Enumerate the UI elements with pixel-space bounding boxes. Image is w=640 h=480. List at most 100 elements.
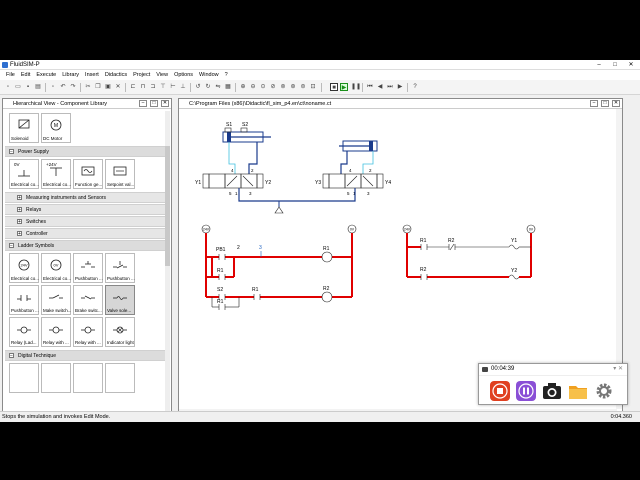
close-button[interactable]: ✕ — [624, 61, 638, 69]
undo-icon[interactable]: ↶ — [59, 83, 67, 91]
valve-solenoid-y2[interactable] — [508, 274, 520, 280]
rewind-icon[interactable]: ⏮ — [366, 83, 374, 91]
library-item-relay-with-2[interactable]: Relay with ... — [73, 317, 103, 347]
step-back-icon[interactable]: ◀ — [376, 83, 384, 91]
library-item-indicator-light[interactable]: Indicator light — [105, 317, 135, 347]
category-relays[interactable]: + Relays — [5, 204, 165, 215]
zoom-previous-icon[interactable]: ⊘ — [269, 83, 277, 91]
new-file-icon[interactable]: ▫ — [4, 83, 12, 91]
library-item-ladder-0v[interactable]: 0V Electrical co... — [41, 253, 71, 283]
category-switches[interactable]: + Switches — [5, 216, 165, 227]
open-folder-icon[interactable]: ▭ — [14, 83, 22, 91]
align-center-icon[interactable]: ⊓ — [139, 83, 147, 91]
step-next-icon[interactable]: ▶ — [396, 83, 404, 91]
library-item-dc-motor[interactable]: M DC Motor — [41, 113, 71, 143]
grid-icon[interactable]: ▦ — [224, 83, 232, 91]
redo-icon[interactable]: ↷ — [69, 83, 77, 91]
valve-solenoid-y1[interactable] — [508, 244, 520, 250]
paste-icon[interactable]: ▣ — [104, 83, 112, 91]
zoom-fit-icon[interactable]: ⊙ — [259, 83, 267, 91]
panel-close-button[interactable]: ✕ — [161, 100, 169, 107]
library-item-setpoint-value[interactable]: Setpoint val... — [105, 159, 135, 189]
library-item-function-generator[interactable]: Function ge... — [73, 159, 103, 189]
menu-library[interactable]: Library — [59, 70, 82, 80]
category-controller[interactable]: + Controller — [5, 228, 165, 239]
start-simulation-icon[interactable]: ▶ — [340, 83, 348, 91]
zoom-100-icon[interactable]: ⊜ — [299, 83, 307, 91]
category-measuring-instruments[interactable]: + Measuring instruments and Sensors — [5, 192, 165, 203]
library-item-24v[interactable]: +24V Electrical co... — [41, 159, 71, 189]
library-item-pushbutton-nc[interactable]: Pushbutton ... — [105, 253, 135, 283]
valve-1[interactable]: Y1 Y2 4 2 5 1 3 — [195, 168, 271, 196]
save-icon[interactable]: ▪ — [24, 83, 32, 91]
cut-icon[interactable]: ✂ — [84, 83, 92, 91]
menu-insert[interactable]: Insert — [82, 70, 102, 80]
copy-icon[interactable]: ❐ — [94, 83, 102, 91]
menu-edit[interactable]: Edit — [18, 70, 33, 80]
library-item-digital-2[interactable] — [41, 363, 71, 393]
doc-minimize-button[interactable]: – — [590, 100, 598, 107]
doc-close-button[interactable]: ✕ — [612, 100, 620, 107]
gear-icon[interactable] — [593, 380, 615, 402]
rotate-right-icon[interactable]: ↻ — [204, 83, 212, 91]
library-item-make-switch[interactable]: Make switch... — [41, 285, 71, 315]
align-left-icon[interactable]: ⊏ — [129, 83, 137, 91]
library-item-digital-1[interactable] — [9, 363, 39, 393]
valve-2[interactable]: Y3 Y4 4 2 5 1 3 — [315, 168, 391, 196]
zoom-window-icon[interactable]: ⊚ — [279, 83, 287, 91]
step-forward-icon[interactable]: ⏭ — [386, 83, 394, 91]
library-item-digital-3[interactable] — [73, 363, 103, 393]
library-item-pushbutton-no[interactable]: Pushbutton ... — [73, 253, 103, 283]
relay-coil-r2[interactable] — [321, 291, 333, 303]
align-top-icon[interactable]: ⊤ — [159, 83, 167, 91]
library-item-valve-solenoid[interactable]: Valve sole... — [105, 285, 135, 315]
compressed-air-supply[interactable] — [274, 206, 284, 214]
library-item-pushbutton-co[interactable]: Pushbutton ... — [9, 285, 39, 315]
zoom-in-icon[interactable]: ⊕ — [239, 83, 247, 91]
menu-file[interactable]: File — [3, 70, 18, 80]
relay-coil-r1[interactable] — [321, 251, 333, 263]
info-icon[interactable]: ? — [411, 83, 419, 91]
category-digital-technique[interactable]: − Digital Technique — [5, 350, 165, 361]
align-right-icon[interactable]: ⊐ — [149, 83, 157, 91]
recorder-menu-icon[interactable]: ▾ ✕ — [613, 365, 623, 372]
ladder-diagram-1[interactable]: 24V 0V PB1 2 3 R1 R1 S2 R1 R2 R1 — [201, 224, 357, 310]
library-item-brake-switch[interactable]: Brake switc... — [73, 285, 103, 315]
menu-window[interactable]: Window — [196, 70, 222, 80]
zoom-all-icon[interactable]: ⊛ — [289, 83, 297, 91]
zoom-out-icon[interactable]: ⊖ — [249, 83, 257, 91]
pause-simulation-icon[interactable]: ❚❚ — [351, 83, 361, 91]
folder-icon[interactable] — [567, 380, 589, 402]
doc-restore-button[interactable]: □ — [601, 100, 609, 107]
library-item-ladder-24v[interactable]: 24V Electrical co... — [9, 253, 39, 283]
rotate-left-icon[interactable]: ↺ — [194, 83, 202, 91]
menu-options[interactable]: Options — [171, 70, 196, 80]
library-item-relay-ladder[interactable]: Relay (Lad... — [9, 317, 39, 347]
check-icon[interactable]: ⊡ — [309, 83, 317, 91]
camera-icon[interactable] — [541, 380, 563, 402]
cylinder-1[interactable]: S1 S2 — [222, 122, 271, 143]
menu-didactics[interactable]: Didactics — [102, 70, 130, 80]
library-item-digital-4[interactable] — [105, 363, 135, 393]
menu-execute[interactable]: Execute — [33, 70, 59, 80]
record-pause-icon[interactable] — [515, 380, 537, 402]
library-scrollbar[interactable] — [165, 111, 170, 411]
align-middle-icon[interactable]: ⊢ — [169, 83, 177, 91]
print-icon[interactable]: ▤ — [34, 83, 42, 91]
menu-help[interactable]: ? — [222, 70, 231, 80]
record-stop-icon[interactable] — [489, 380, 511, 402]
panel-restore-button[interactable]: □ — [150, 100, 158, 107]
library-item-relay-with-1[interactable]: Relay with ... — [41, 317, 71, 347]
ladder-diagram-2[interactable]: 24V 0V R1 R2 Y1 R2 Y2 — [402, 224, 536, 280]
category-ladder-symbols[interactable]: − Ladder Symbols — [5, 240, 165, 251]
delete-icon[interactable]: ✕ — [114, 83, 122, 91]
preview-icon[interactable]: ▫ — [49, 83, 57, 91]
library-item-solenoid[interactable]: Solenoid — [9, 113, 39, 143]
cylinder-2[interactable] — [339, 140, 378, 152]
maximize-button[interactable]: □ — [608, 61, 622, 69]
stop-simulation-icon[interactable]: ■ — [330, 83, 338, 91]
flip-icon[interactable]: ⇋ — [214, 83, 222, 91]
menu-project[interactable]: Project — [130, 70, 153, 80]
category-power-supply[interactable]: − Power Supply — [5, 146, 165, 157]
minimize-button[interactable]: – — [592, 61, 606, 69]
